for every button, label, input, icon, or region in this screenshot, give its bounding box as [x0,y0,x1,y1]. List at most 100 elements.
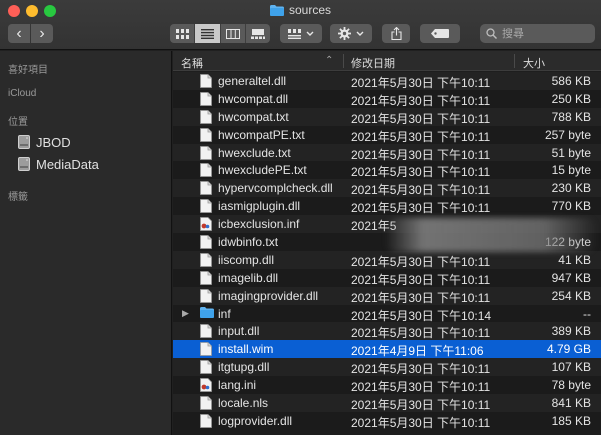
sidebar-item-jbod[interactable]: JBOD [18,133,71,151]
table-row[interactable]: hwexclude.txt 2021年5月30日 下午10:11 51 byte [173,143,601,163]
file-modified-date: 2021年5月30日 下午10:11 [351,76,491,90]
view-mode-segmented-control [170,24,270,43]
file-icon [200,360,212,377]
search-input[interactable] [502,27,582,40]
table-row[interactable]: iiscomp.dll 2021年5月30日 下午10:11 41 KB [173,250,601,270]
column-divider[interactable] [514,54,515,68]
table-row[interactable]: itgtupg.dll 2021年5月30日 下午10:11 107 KB [173,358,601,376]
file-modified-date: 2021年4月9日 下午11:06 [351,344,484,359]
file-size: 770 KB [551,199,591,214]
file-icon [200,163,212,180]
column-view-button[interactable] [221,24,246,43]
file-size: 15 byte [551,163,591,178]
chevron-down-icon [356,31,364,36]
column-header-name[interactable]: 名稱 [181,55,203,71]
column-divider[interactable] [343,54,344,68]
file-icon [200,414,212,431]
group-by-button[interactable] [280,24,322,43]
sidebar-section-tags: 標籤 [8,192,28,203]
table-row[interactable]: ▶ inf 2021年5月30日 下午10:14 -- [173,304,601,323]
file-modified-date: 2021年5月30日 下午10:11 [351,415,491,430]
disclosure-triangle-icon[interactable]: ▶ [182,308,189,319]
table-row[interactable]: hwcompat.txt 2021年5月30日 下午10:11 788 KB [173,107,601,127]
file-size: 788 KB [551,109,591,124]
sidebar-section-locations: 位置 [8,117,28,128]
file-size: 4.79 GB [546,342,591,357]
settings-file-icon [200,217,212,234]
file-icon [200,342,212,359]
file-size: 185 KB [551,413,591,428]
file-icon [200,145,212,163]
file-modified-date: 2021年5月30日 下午10:11 [351,380,491,395]
finder-window: sources ‹ › 搜尋 喜好項目 iCloud 位置 JBOD Media… [0,0,601,435]
forward-button[interactable]: › [31,24,53,43]
list-view-button[interactable] [195,24,221,43]
chevron-left-icon: ‹ [16,24,22,42]
file-icon [200,91,212,109]
file-modified-date: 2021年5月30日 下午10:11 [351,201,491,216]
icon-view-button[interactable] [170,24,196,43]
file-name: locale.nls [218,396,269,411]
sidebar-item-mediadata[interactable]: MediaData [18,155,99,173]
file-icon [200,324,212,341]
gear-icon [338,27,351,40]
table-row[interactable]: hwcompatPE.txt 2021年5月30日 下午10:11 257 byte [173,125,601,144]
file-size: 389 KB [551,324,591,339]
file-modified-date: 2021年5月30日 下午10:11 [351,398,491,413]
column-header-size[interactable]: 大小 [523,55,545,71]
table-row[interactable]: input.dll 2021年5月30日 下午10:11 389 KB [173,322,601,340]
file-size: 947 KB [551,270,591,285]
file-name: imagingprovider.dll [218,288,319,303]
table-row[interactable]: hwexcludePE.txt 2021年5月30日 下午10:11 15 byte [173,161,601,179]
table-row[interactable]: iasmigplugin.dll 2021年5月30日 下午10:11 770 KB [173,197,601,215]
table-row[interactable]: imagelib.dll 2021年5月30日 下午10:11 947 KB [173,268,601,288]
table-row[interactable]: hypervcomplcheck.dll 2021年5月30日 下午10:11 23… [173,179,601,197]
list-view-icon [200,28,214,39]
file-name: hwcompat.dll [218,91,289,106]
file-icon [200,181,212,198]
file-icon [200,253,212,270]
file-modified-date: 2021年5月30日 下午10:11 [351,254,491,269]
table-row[interactable]: logprovider.dll 2021年5月30日 下午10:11 185 KB [173,411,601,431]
file-name: itgtupg.dll [218,360,270,375]
folder-icon [200,306,214,321]
file-size: 230 KB [551,181,591,196]
file-size: 250 KB [551,91,591,106]
table-row[interactable]: generaltel.dll 2021年5月30日 下午10:11 586 KB [173,72,601,90]
file-name: lang.ini [218,378,257,393]
table-row[interactable]: locale.nls 2021年5月30日 下午10:11 841 KB [173,394,601,412]
file-name: input.dll [218,324,260,339]
table-row[interactable]: hwcompat.dll 2021年5月30日 下午10:11 250 KB [173,89,601,109]
file-icon [200,109,212,127]
table-row[interactable]: lang.ini 2021年5月30日 下午10:11 78 byte [173,376,601,394]
back-button[interactable]: ‹ [8,24,30,43]
file-size: 78 byte [551,378,591,393]
sidebar-section-favorites: 喜好項目 [8,65,48,76]
sidebar-item-label: JBOD [36,134,71,150]
share-button[interactable] [382,24,410,43]
column-header-date[interactable]: 修改日期 [351,55,395,71]
table-row[interactable]: imagingprovider.dll 2021年5月30日 下午10:11 254… [173,286,601,306]
action-menu-button[interactable] [330,24,372,43]
file-name: icbexclusion.inf [218,217,300,232]
sort-ascending-icon: ⌃ [325,55,334,66]
search-field[interactable] [480,24,595,43]
sidebar-item-label: MediaData [36,156,99,172]
file-icon [200,270,212,288]
file-modified-date: 2021年5月30日 下午10:11 [351,147,491,162]
file-modified-date: 2021年5月30日 下午10:11 [351,290,491,305]
group-icon [288,28,301,39]
file-size: 586 KB [551,74,591,88]
table-row[interactable]: install.wim 2021年4月9日 下午11:06 4.79 GB [173,340,601,358]
file-icon [200,235,212,252]
settings-file-icon [200,378,212,395]
file-icon [200,288,212,306]
file-modified-date: 2021年5月30日 下午10:11 [351,272,491,287]
list-header: 名稱 ⌃ 修改日期 大小 [173,51,601,71]
gallery-view-button[interactable] [246,24,270,43]
tags-button[interactable] [420,24,460,43]
file-name: hypervcomplcheck.dll [218,181,333,196]
file-modified-date: 2021年5月30日 下午10:11 [351,183,491,198]
share-icon [390,27,402,40]
chevron-down-icon [306,31,314,36]
